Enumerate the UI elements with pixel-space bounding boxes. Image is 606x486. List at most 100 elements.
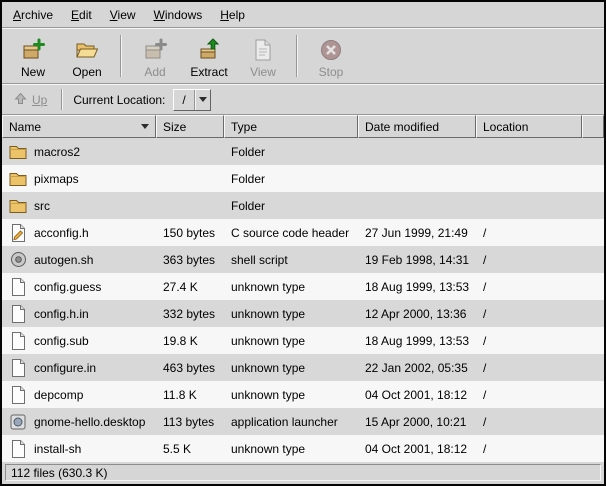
file-date-modified: 27 Jun 1999, 21:49 [358, 226, 476, 240]
document-icon [9, 386, 27, 404]
file-size: 332 bytes [156, 307, 224, 321]
menu-help[interactable]: Help [211, 3, 254, 27]
file-type: Folder [224, 145, 358, 159]
locationbar-separator [61, 89, 63, 110]
menu-view[interactable]: View [101, 3, 145, 27]
archive-manager-window: Archive Edit View Windows Help New [0, 0, 606, 486]
table-row[interactable]: config.h.in 332 bytes unknown type 12 Ap… [2, 300, 604, 327]
new-button[interactable]: New [6, 31, 60, 81]
column-header-row: Name Size Type Date modified Location [2, 115, 604, 138]
file-type: unknown type [224, 280, 358, 294]
table-row[interactable]: gnome-hello.desktop 113 bytes applicatio… [2, 408, 604, 435]
file-size: 5.5 K [156, 442, 224, 456]
file-type: unknown type [224, 442, 358, 456]
column-header-size[interactable]: Size [156, 115, 224, 138]
menu-archive-label: A [13, 8, 21, 22]
view-button[interactable]: View [236, 31, 290, 81]
extract-button[interactable]: Extract [182, 31, 236, 81]
file-date-modified: 12 Apr 2000, 13:36 [358, 307, 476, 321]
file-name: config.h.in [34, 307, 89, 321]
file-date-modified: 04 Oct 2001, 18:12 [358, 442, 476, 456]
up-arrow-icon [14, 92, 27, 108]
table-row[interactable]: configure.in 463 bytes unknown type 22 J… [2, 354, 604, 381]
file-name: autogen.sh [34, 253, 93, 267]
table-row[interactable]: config.sub 19.8 K unknown type 18 Aug 19… [2, 327, 604, 354]
stop-button[interactable]: Stop [304, 31, 358, 81]
file-date-modified: 22 Jan 2002, 05:35 [358, 361, 476, 375]
file-date-modified: 19 Feb 1998, 14:31 [358, 253, 476, 267]
file-location: / [476, 280, 604, 294]
add-button[interactable]: Add [128, 31, 182, 81]
file-type: unknown type [224, 388, 358, 402]
file-date-modified: 15 Apr 2000, 10:21 [358, 415, 476, 429]
table-row[interactable]: config.guess 27.4 K unknown type 18 Aug … [2, 273, 604, 300]
menu-edit-label: E [71, 8, 79, 22]
file-date-modified: 18 Aug 1999, 13:53 [358, 334, 476, 348]
file-name: config.sub [34, 334, 89, 348]
menu-archive[interactable]: Archive [4, 3, 62, 27]
status-bar: 112 files (630.3 K) [2, 462, 604, 484]
column-header-type[interactable]: Type [224, 115, 358, 138]
file-type: Folder [224, 199, 358, 213]
table-row[interactable]: depcomp 11.8 K unknown type 04 Oct 2001,… [2, 381, 604, 408]
add-button-label: Add [144, 65, 165, 79]
open-button[interactable]: Open [60, 31, 114, 81]
column-header-spacer [582, 115, 604, 138]
table-row[interactable]: autogen.sh 363 bytes shell script 19 Feb… [2, 246, 604, 273]
location-bar: Up Current Location: / [2, 84, 604, 115]
file-list: macros2 Folder pixmaps Folder src Folder… [2, 138, 604, 462]
sort-arrow-icon [141, 124, 149, 129]
file-location: / [476, 442, 604, 456]
status-text: 112 files (630.3 K) [11, 466, 108, 480]
document-icon [9, 278, 27, 296]
file-location: / [476, 226, 604, 240]
folder-icon [9, 198, 27, 213]
up-button[interactable]: Up [10, 90, 51, 110]
file-type: application launcher [224, 415, 358, 429]
toolbar-separator [296, 35, 298, 77]
file-size: 363 bytes [156, 253, 224, 267]
column-header-name[interactable]: Name [2, 115, 156, 138]
file-location: / [476, 415, 604, 429]
file-type: shell script [224, 253, 358, 267]
add-files-icon [143, 36, 167, 62]
file-type: C source code header [224, 226, 358, 240]
column-header-date-modified[interactable]: Date modified [358, 115, 476, 138]
location-dropdown-value: / [174, 90, 194, 110]
file-size: 27.4 K [156, 280, 224, 294]
c-header-icon [9, 224, 27, 242]
table-row[interactable]: acconfig.h 150 bytes C source code heade… [2, 219, 604, 246]
file-name: depcomp [34, 388, 83, 402]
table-row[interactable]: pixmaps Folder [2, 165, 604, 192]
chevron-down-icon [195, 90, 210, 110]
menu-windows-label: W [154, 8, 165, 22]
file-name: acconfig.h [34, 226, 89, 240]
new-archive-icon [21, 36, 45, 62]
file-name: pixmaps [34, 172, 79, 186]
file-name: configure.in [34, 361, 96, 375]
file-date-modified: 04 Oct 2001, 18:12 [358, 388, 476, 402]
document-icon [9, 440, 27, 458]
file-location: / [476, 388, 604, 402]
column-header-location[interactable]: Location [476, 115, 582, 138]
table-row[interactable]: install-sh 5.5 K unknown type 04 Oct 200… [2, 435, 604, 462]
folder-icon [9, 171, 27, 186]
file-name: src [34, 199, 50, 213]
table-row[interactable]: macros2 Folder [2, 138, 604, 165]
location-dropdown[interactable]: / [173, 89, 210, 111]
folder-icon [9, 144, 27, 159]
file-size: 19.8 K [156, 334, 224, 348]
file-location: / [476, 361, 604, 375]
file-location: / [476, 253, 604, 267]
launcher-icon [9, 414, 27, 430]
toolbar-separator [120, 35, 122, 77]
table-row[interactable]: src Folder [2, 192, 604, 219]
menu-edit[interactable]: Edit [62, 3, 101, 27]
menu-windows[interactable]: Windows [145, 3, 212, 27]
stop-button-label: Stop [319, 65, 344, 79]
menu-help-label: H [220, 8, 229, 22]
file-type: unknown type [224, 361, 358, 375]
view-button-label: View [250, 65, 276, 79]
new-button-label: New [21, 65, 45, 79]
document-icon [9, 332, 27, 350]
